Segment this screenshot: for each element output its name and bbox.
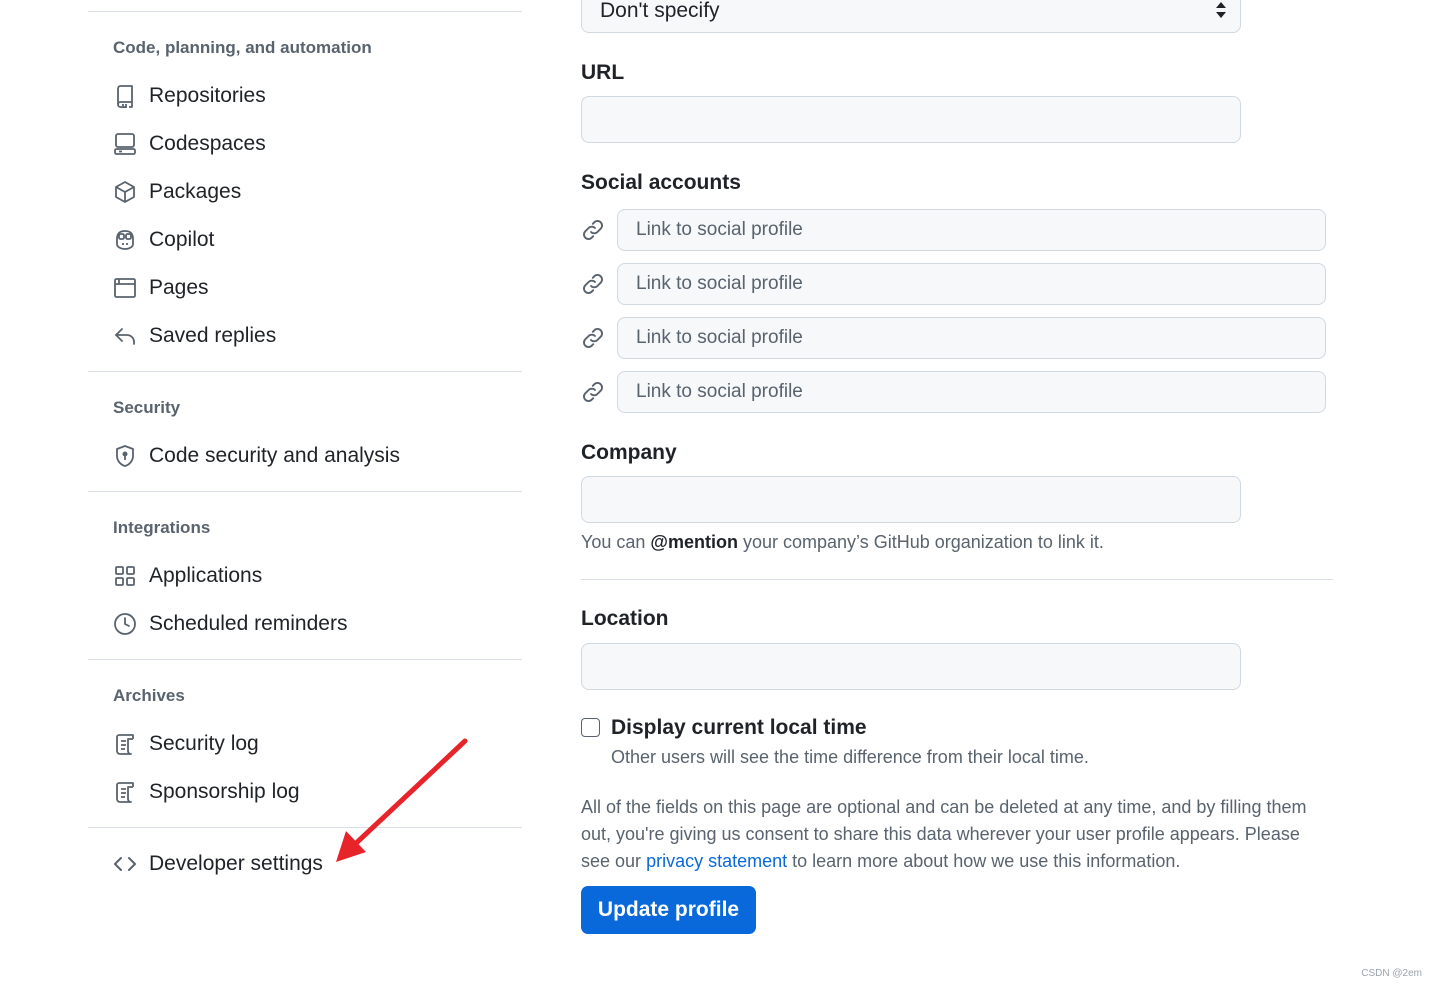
link-icon bbox=[583, 274, 603, 294]
group-heading-archives: Archives bbox=[113, 686, 185, 705]
url-input[interactable] bbox=[581, 96, 1241, 143]
location-input[interactable] bbox=[581, 643, 1241, 690]
package-icon bbox=[113, 180, 137, 204]
browser-icon bbox=[113, 276, 137, 300]
repo-icon bbox=[113, 84, 137, 108]
sidebar-item-saved-replies[interactable]: Saved replies bbox=[113, 318, 276, 354]
social-account-row bbox=[581, 209, 1326, 251]
url-label: URL bbox=[581, 61, 625, 84]
social-accounts-label: Social accounts bbox=[581, 171, 741, 194]
local-time-label: Display current local time bbox=[611, 716, 867, 739]
company-hint-prefix: You can bbox=[581, 532, 646, 552]
company-hint: You can @mention your company’s GitHub o… bbox=[581, 532, 1104, 553]
link-icon bbox=[583, 382, 603, 402]
company-hint-mention: @mention bbox=[650, 532, 738, 552]
sidebar-item-label: Saved replies bbox=[149, 324, 277, 347]
privacy-notice: All of the fields on this page are optio… bbox=[581, 794, 1333, 875]
log-icon bbox=[113, 780, 137, 804]
select-value: Don't specify bbox=[600, 0, 720, 22]
location-label: Location bbox=[581, 607, 669, 630]
sidebar-item-label: Pages bbox=[149, 276, 209, 299]
annotation-arrow bbox=[336, 738, 468, 862]
social-profile-input[interactable] bbox=[617, 371, 1326, 413]
link-icon bbox=[583, 328, 603, 348]
company-input[interactable] bbox=[581, 476, 1241, 523]
select-caret-icon bbox=[1216, 2, 1226, 18]
sidebar-divider bbox=[88, 659, 522, 660]
privacy-statement-link[interactable]: privacy statement bbox=[646, 851, 787, 871]
sidebar-item-label: Code security and analysis bbox=[149, 444, 400, 467]
watermark: CSDN @2em bbox=[1361, 968, 1422, 979]
log-icon bbox=[113, 732, 137, 756]
company-label: Company bbox=[581, 441, 677, 464]
sidebar-item-applications[interactable]: Applications bbox=[113, 558, 262, 594]
social-profile-input[interactable] bbox=[617, 209, 1326, 251]
sidebar-item-security-log[interactable]: Security log bbox=[113, 726, 259, 762]
sidebar-divider bbox=[88, 491, 522, 492]
sidebar-item-sponsorship-log[interactable]: Sponsorship log bbox=[113, 774, 300, 810]
sidebar-item-copilot[interactable]: Copilot bbox=[113, 222, 214, 258]
social-account-row bbox=[581, 317, 1326, 359]
company-hint-suffix: your company’s GitHub organization to li… bbox=[743, 532, 1104, 552]
local-time-hint: Other users will see the time difference… bbox=[611, 747, 1089, 767]
link-icon bbox=[583, 220, 603, 240]
notice-suffix: to learn more about how we use this info… bbox=[792, 851, 1181, 871]
local-time-checkbox[interactable] bbox=[581, 718, 600, 737]
form-divider bbox=[581, 579, 1333, 580]
sidebar-item-label: Sponsorship log bbox=[149, 780, 300, 803]
copilot-icon bbox=[113, 228, 137, 252]
clock-icon bbox=[113, 612, 137, 636]
social-profile-input[interactable] bbox=[617, 263, 1326, 305]
sidebar-item-developer-settings[interactable]: Developer settings bbox=[113, 846, 323, 882]
sidebar-item-packages[interactable]: Packages bbox=[113, 174, 241, 210]
sidebar-item-label: Scheduled reminders bbox=[149, 612, 348, 635]
sidebar-item-label: Repositories bbox=[149, 84, 266, 107]
shield-icon bbox=[113, 444, 137, 468]
pronouns-select[interactable]: Don't specify bbox=[581, 0, 1241, 33]
sidebar-item-label: Copilot bbox=[149, 228, 215, 251]
sidebar-item-scheduled-reminders[interactable]: Scheduled reminders bbox=[113, 606, 347, 642]
sidebar-item-repositories[interactable]: Repositories bbox=[113, 78, 266, 114]
group-heading-code: Code, planning, and automation bbox=[113, 38, 372, 57]
sidebar-item-label: Security log bbox=[149, 732, 259, 755]
sidebar-item-label: Developer settings bbox=[149, 852, 323, 875]
sidebar-item-pages[interactable]: Pages bbox=[113, 270, 209, 306]
sidebar-item-codespaces[interactable]: Codespaces bbox=[113, 126, 266, 162]
social-account-row bbox=[581, 371, 1326, 413]
apps-icon bbox=[113, 564, 137, 588]
update-profile-button[interactable]: Update profile bbox=[581, 886, 756, 934]
sidebar-item-label: Applications bbox=[149, 564, 263, 587]
sidebar-item-label: Packages bbox=[149, 180, 242, 203]
group-heading-integrations: Integrations bbox=[113, 518, 211, 537]
sidebar-item-code-security[interactable]: Code security and analysis bbox=[113, 438, 400, 474]
sidebar-divider bbox=[88, 371, 522, 372]
sidebar-divider bbox=[88, 11, 522, 12]
reply-icon bbox=[113, 324, 137, 348]
social-account-row bbox=[581, 263, 1326, 305]
social-profile-input[interactable] bbox=[617, 317, 1326, 359]
codespaces-icon bbox=[113, 132, 137, 156]
code-icon bbox=[113, 852, 137, 876]
sidebar-item-label: Codespaces bbox=[149, 132, 266, 155]
group-heading-security: Security bbox=[113, 398, 181, 417]
